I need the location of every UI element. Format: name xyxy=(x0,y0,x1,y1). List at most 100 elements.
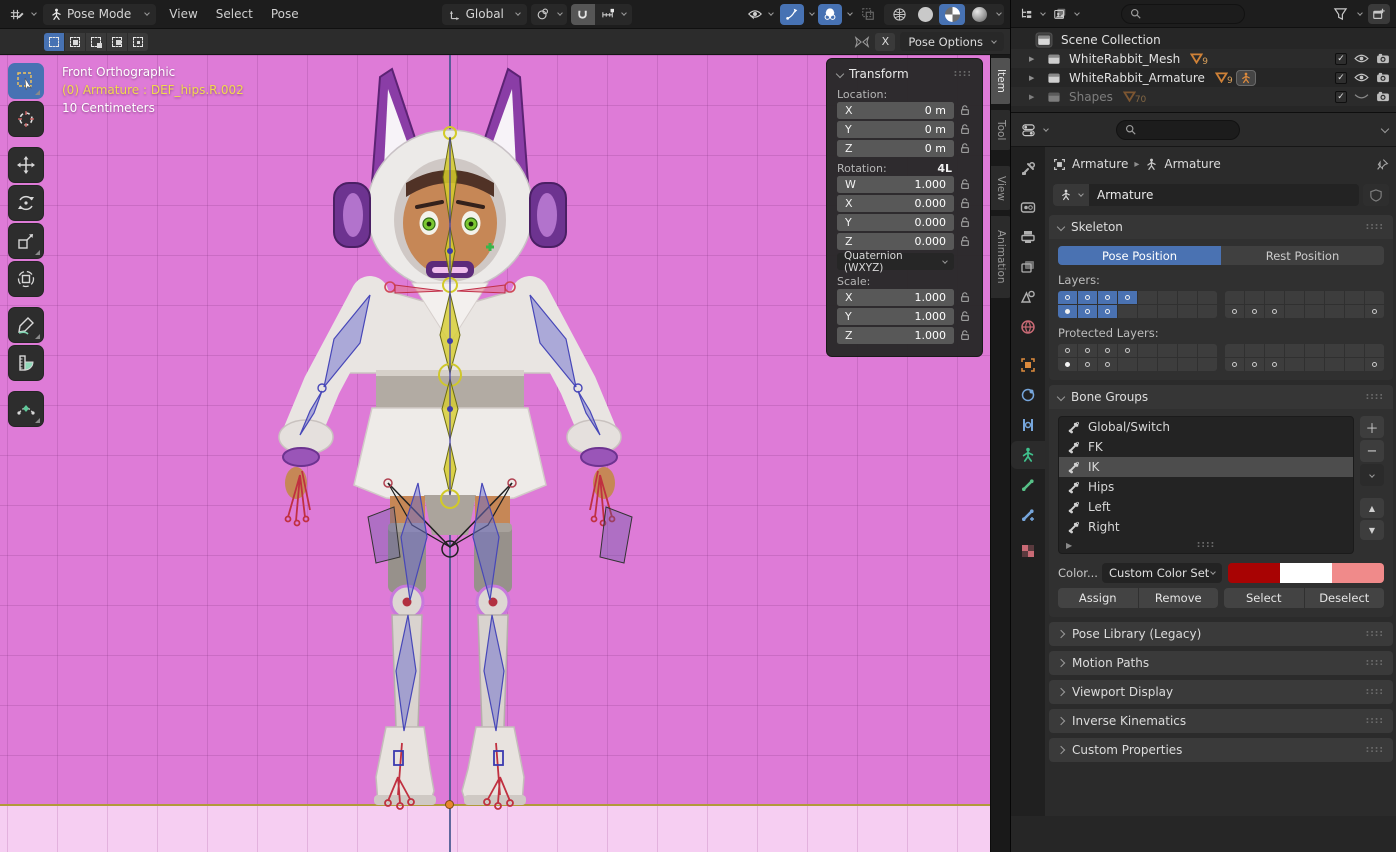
properties-tab-scene[interactable] xyxy=(1011,283,1045,311)
viewport-3d[interactable]: Front Orthographic (0) Armature : DEF_hi… xyxy=(0,55,990,852)
remove-button[interactable]: Remove xyxy=(1139,588,1219,608)
layer-cell[interactable] xyxy=(1118,344,1137,357)
rotation-x-field[interactable]: X0.000 xyxy=(837,195,954,212)
camera-icon[interactable] xyxy=(1376,91,1390,102)
lock-icon[interactable] xyxy=(960,292,970,303)
object-origin-dot[interactable] xyxy=(445,800,454,809)
properties-tab-tool[interactable] xyxy=(1011,155,1045,183)
layer-cell[interactable] xyxy=(1225,358,1244,371)
rotation-mode-dropdown[interactable]: Quaternion (WXYZ) xyxy=(837,253,954,270)
layer-cell[interactable] xyxy=(1265,344,1284,357)
pose-position-button[interactable]: Pose Position xyxy=(1058,246,1221,265)
properties-tab-material[interactable] xyxy=(1011,537,1045,565)
layer-cell[interactable] xyxy=(1225,344,1244,357)
properties-tab-data[interactable] xyxy=(1011,441,1045,469)
eye-closed-icon[interactable] xyxy=(1354,91,1369,102)
add-bone-group-button[interactable]: ＋ xyxy=(1360,416,1384,438)
outliner-row-whiterabbit-armature[interactable]: ▶WhiteRabbit_Armature9✓ xyxy=(1011,68,1396,87)
layer-cell[interactable] xyxy=(1138,344,1157,357)
layer-cell[interactable] xyxy=(1325,305,1344,318)
layer-cell[interactable] xyxy=(1285,305,1304,318)
disclosure-triangle-icon[interactable]: ▶ xyxy=(1029,93,1034,101)
fake-user-button[interactable] xyxy=(1363,184,1389,206)
layer-cell[interactable] xyxy=(1158,358,1177,371)
panel-custom-properties[interactable]: Custom Properties:::: xyxy=(1049,738,1393,762)
layer-cell[interactable] xyxy=(1198,305,1217,318)
shading-rendered-button[interactable] xyxy=(967,4,991,25)
layer-cell[interactable] xyxy=(1058,358,1077,371)
rest-position-button[interactable]: Rest Position xyxy=(1221,246,1384,265)
deselect-button[interactable]: Deselect xyxy=(1305,588,1385,608)
expand-list-icon[interactable]: ▶ xyxy=(1066,541,1072,550)
scale-y-field[interactable]: Y1.000 xyxy=(837,308,954,325)
layer-cell[interactable] xyxy=(1058,305,1077,318)
layer-cell[interactable] xyxy=(1118,358,1137,371)
show-gizmo-toggle[interactable] xyxy=(780,4,804,25)
sidebar-tab-tool[interactable]: Tool xyxy=(991,110,1011,150)
panel-motion-paths[interactable]: Motion Paths:::: xyxy=(1049,651,1393,675)
panel-viewport-display[interactable]: Viewport Display:::: xyxy=(1049,680,1393,704)
shading-wireframe-button[interactable] xyxy=(887,4,911,25)
layer-cell[interactable] xyxy=(1058,291,1077,304)
remove-bone-group-button[interactable]: − xyxy=(1360,440,1384,462)
move-group-up-button[interactable]: ▲ xyxy=(1360,498,1384,518)
menu-select[interactable]: Select xyxy=(207,4,262,25)
panel-pose-library-legacy-[interactable]: Pose Library (Legacy):::: xyxy=(1049,622,1393,646)
properties-tab-bone[interactable] xyxy=(1011,471,1045,499)
sidebar-tab-view[interactable]: View xyxy=(991,166,1011,210)
layer-cell[interactable] xyxy=(1198,291,1217,304)
layer-cell[interactable] xyxy=(1305,344,1324,357)
layer-cell[interactable] xyxy=(1345,291,1364,304)
layer-cell[interactable] xyxy=(1098,291,1117,304)
rotation-y-field[interactable]: Y0.000 xyxy=(837,214,954,231)
layer-cell[interactable] xyxy=(1118,291,1137,304)
layer-cell[interactable] xyxy=(1118,305,1137,318)
color-swatch-1[interactable] xyxy=(1280,563,1332,583)
layer-cell[interactable] xyxy=(1365,305,1384,318)
layer-cell[interactable] xyxy=(1265,358,1284,371)
bone-group-ik[interactable]: IK xyxy=(1059,457,1353,477)
disclosure-triangle-icon[interactable]: ▶ xyxy=(1029,74,1034,82)
layer-cell[interactable] xyxy=(1345,305,1364,318)
sidebar-tab-animation[interactable]: Animation xyxy=(991,216,1011,298)
pin-icon[interactable] xyxy=(1376,158,1389,171)
exclude-checkbox[interactable]: ✓ xyxy=(1335,91,1347,103)
menu-view[interactable]: View xyxy=(160,4,206,25)
properties-tab-object[interactable] xyxy=(1011,351,1045,379)
editor-type-button[interactable] xyxy=(6,4,39,25)
select-mode-intersect[interactable] xyxy=(128,33,148,51)
assign-button[interactable]: Assign xyxy=(1058,588,1138,608)
layer-cell[interactable] xyxy=(1078,344,1097,357)
transform-orientation-select[interactable]: Global xyxy=(442,4,527,25)
layer-cell[interactable] xyxy=(1245,291,1264,304)
color-swatch-0[interactable] xyxy=(1228,563,1280,583)
pose-breakdowner-tool-button[interactable] xyxy=(8,391,44,427)
scale-x-field[interactable]: X1.000 xyxy=(837,289,954,306)
list-grip[interactable]: :::: xyxy=(1197,540,1215,550)
annotate-tool-button[interactable] xyxy=(8,307,44,343)
location-y-field[interactable]: Y0 m xyxy=(837,121,954,138)
properties-search[interactable] xyxy=(1116,120,1240,140)
bone-group-right[interactable]: Right xyxy=(1059,517,1353,537)
layer-cell[interactable] xyxy=(1305,305,1324,318)
eye-icon[interactable] xyxy=(1354,72,1369,83)
layer-cell[interactable] xyxy=(1078,358,1097,371)
layer-cell[interactable] xyxy=(1325,358,1344,371)
bone-group-fk[interactable]: FK xyxy=(1059,437,1353,457)
layer-cell[interactable] xyxy=(1178,344,1197,357)
layer-cell[interactable] xyxy=(1325,344,1344,357)
xray-toggle[interactable] xyxy=(856,4,880,25)
layer-cell[interactable] xyxy=(1345,358,1364,371)
layer-cell[interactable] xyxy=(1225,305,1244,318)
outliner-display-mode-button[interactable] xyxy=(1051,3,1081,24)
layer-cell[interactable] xyxy=(1078,291,1097,304)
color-swatch-2[interactable] xyxy=(1332,563,1384,583)
layer-cell[interactable] xyxy=(1198,344,1217,357)
select-mode-invert[interactable] xyxy=(107,33,127,51)
bone-group-hips[interactable]: Hips xyxy=(1059,477,1353,497)
scale-tool-button[interactable] xyxy=(8,223,44,259)
layer-cell[interactable] xyxy=(1365,291,1384,304)
lock-icon[interactable] xyxy=(960,105,970,116)
layer-cell[interactable] xyxy=(1158,305,1177,318)
layer-cell[interactable] xyxy=(1225,291,1244,304)
